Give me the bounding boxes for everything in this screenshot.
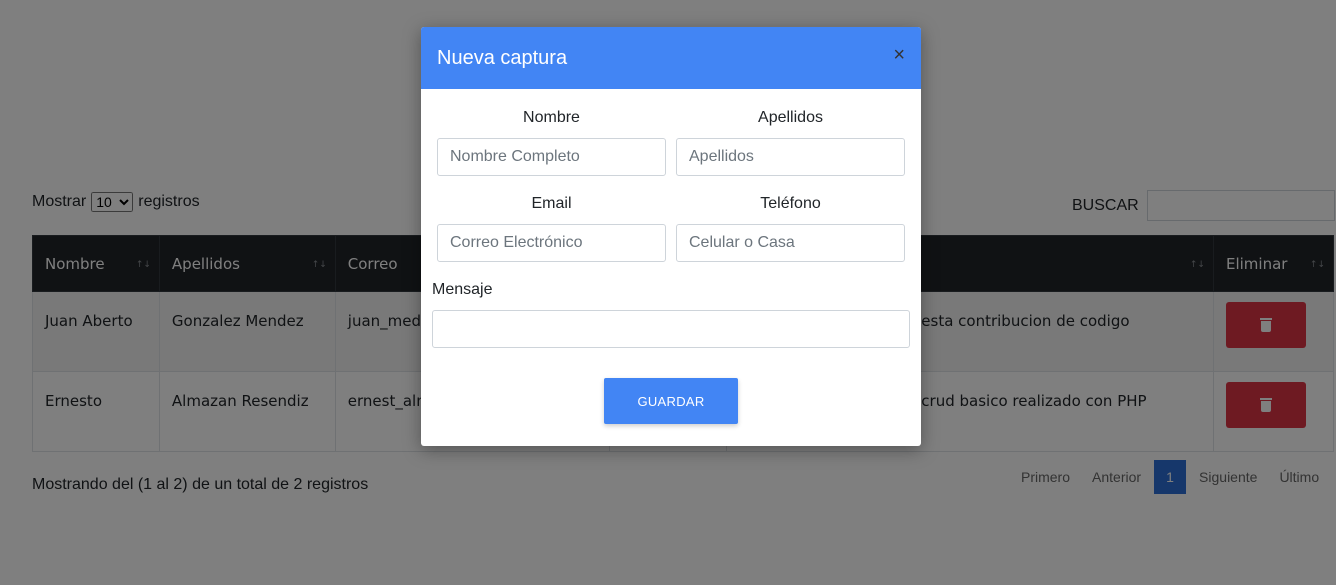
- modal-title: Nueva captura: [437, 46, 568, 69]
- telefono-field[interactable]: [676, 224, 905, 262]
- email-field[interactable]: [437, 224, 666, 262]
- nombre-label: Nombre: [523, 109, 580, 126]
- apellidos-field[interactable]: [676, 138, 905, 176]
- save-button[interactable]: GUARDAR: [604, 378, 738, 424]
- apellidos-group: Apellidos: [676, 109, 905, 176]
- modal-header: Nueva captura ×: [421, 27, 921, 89]
- mensaje-field[interactable]: [432, 310, 910, 348]
- nombre-group: Nombre: [437, 109, 666, 176]
- email-label: Email: [531, 195, 572, 212]
- close-icon[interactable]: ×: [893, 45, 905, 65]
- telefono-label: Teléfono: [760, 195, 821, 212]
- telefono-group: Teléfono: [676, 195, 905, 262]
- mensaje-group: Mensaje: [432, 281, 910, 348]
- form-row-contact: Email Teléfono: [437, 195, 905, 262]
- form-row-names: Nombre Apellidos: [437, 109, 905, 176]
- new-entry-modal: Nueva captura × Nombre Apellidos Email T…: [421, 27, 921, 446]
- nombre-field[interactable]: [437, 138, 666, 176]
- apellidos-label: Apellidos: [758, 109, 823, 126]
- email-group: Email: [437, 195, 666, 262]
- mensaje-label: Mensaje: [432, 281, 493, 298]
